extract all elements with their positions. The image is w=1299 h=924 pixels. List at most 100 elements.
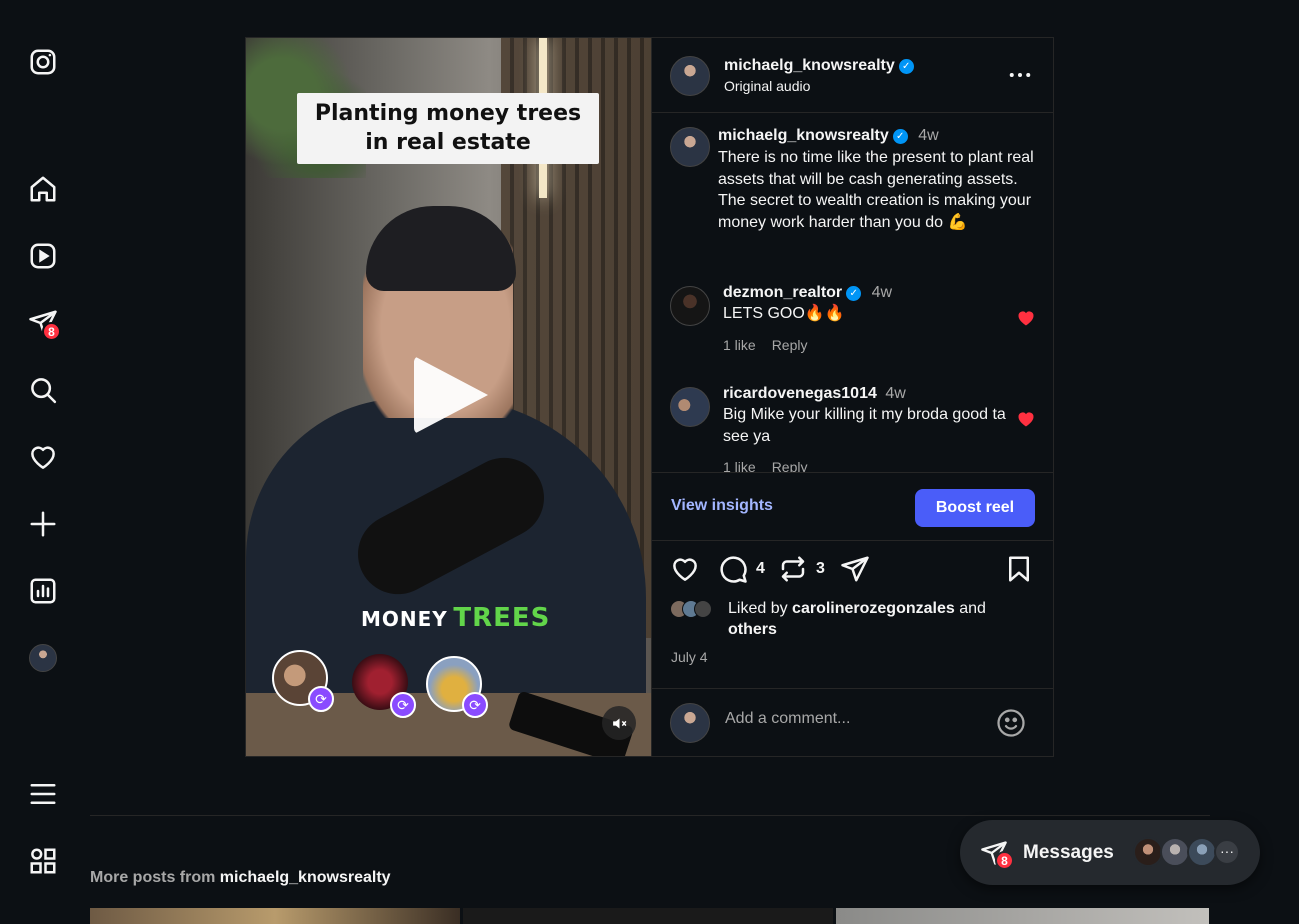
liked-by: Liked by carolinerozegonzales and others	[670, 598, 1036, 640]
caption-avatar[interactable]	[670, 127, 710, 167]
post-details-panel: michaelg_knowsrealty ✓ Original audio mic…	[651, 38, 1054, 756]
more-posts-heading: More posts from michaelg_knowsrealty	[90, 869, 391, 887]
repost-icon: ⟳	[462, 692, 488, 718]
author-username[interactable]: michaelg_knowsrealty	[724, 57, 895, 74]
repost-count: 3	[816, 560, 825, 577]
more-post-thumbnail[interactable]	[90, 908, 460, 924]
post-header: michaelg_knowsrealty ✓ Original audio	[652, 38, 1053, 113]
bookmark-icon	[1009, 556, 1029, 582]
section-divider	[90, 815, 1210, 816]
boost-reel-button[interactable]: Boost reel	[915, 489, 1035, 527]
insights-bar: View insights Boost reel	[652, 472, 1054, 541]
comment-reply[interactable]: Reply	[772, 459, 808, 472]
message-contact-avatar	[1160, 837, 1190, 867]
video-caption-trees: TREES	[453, 603, 551, 633]
more-posts-prefix: More posts from	[90, 869, 220, 886]
messages-badge: 8	[42, 322, 61, 341]
add-comment-input[interactable]	[725, 710, 965, 728]
messages-badge: 8	[995, 851, 1014, 870]
caption-body: michaelg_knowsrealty ✓ 4w There is no tim…	[718, 127, 1034, 233]
heart-icon[interactable]	[27, 441, 59, 473]
emoji-icon[interactable]	[996, 708, 1026, 738]
comment-button[interactable]: 4	[718, 554, 765, 584]
sidebar: 8	[0, 0, 86, 924]
caption-username[interactable]: michaelg_knowsrealty	[718, 127, 889, 144]
save-button[interactable]	[1004, 554, 1034, 584]
comment-avatar[interactable]	[670, 387, 710, 427]
video-caption-money: MONEY	[361, 607, 448, 631]
share-button[interactable]	[840, 554, 870, 584]
heart-icon	[673, 558, 697, 581]
liked-heart-icon[interactable]	[1016, 308, 1036, 328]
liked-by-prefix: Liked by	[728, 600, 793, 617]
liked-heart-icon[interactable]	[1016, 409, 1036, 429]
repost-icon: ⟳	[308, 686, 334, 712]
message-contact-avatar	[1187, 837, 1217, 867]
play-icon[interactable]	[414, 356, 488, 434]
more-post-thumbnail[interactable]	[836, 908, 1209, 924]
comment-text: Big Mike your killing it my broda good t…	[723, 406, 1006, 445]
more-contacts-icon: ···	[1214, 839, 1240, 865]
liked-by-others[interactable]: others	[728, 621, 777, 638]
home-icon[interactable]	[27, 173, 59, 205]
comment-body: dezmon_realtor ✓ 4w LETS GOO🔥🔥 1 like Repl…	[723, 284, 1013, 353]
post-modal: Planting money trees in real estate MONE…	[245, 37, 1054, 757]
profile-avatar[interactable]	[27, 642, 59, 674]
add-comment-bar	[652, 688, 1054, 756]
repost-icon: ⟳	[390, 692, 416, 718]
collab-avatar[interactable]: ⟳	[426, 656, 488, 718]
messages-icon[interactable]: 8	[27, 307, 61, 341]
comment-item: ricardovenegas1014 4w Big Mike your kill…	[670, 385, 1036, 472]
liked-by-text: Liked by carolinerozegonzales and others	[728, 598, 1036, 640]
instagram-logo-icon[interactable]	[27, 46, 59, 78]
messages-label: Messages	[1023, 842, 1114, 863]
liked-by-and: and	[954, 600, 986, 617]
caption-text: There is no time like the present to pla…	[718, 149, 1034, 231]
author-avatar[interactable]	[670, 56, 710, 96]
post-date[interactable]: July 4	[671, 649, 708, 665]
liker-avatar	[694, 600, 712, 618]
collab-avatar[interactable]: ⟳	[272, 650, 334, 712]
audio-label[interactable]: Original audio	[724, 78, 914, 94]
comments-list[interactable]: michaelg_knowsrealty ✓ 4w There is no tim…	[652, 114, 1054, 472]
reel-video[interactable]: Planting money trees in real estate MONE…	[246, 38, 651, 756]
more-posts-username[interactable]: michaelg_knowsrealty	[220, 869, 391, 886]
comment-time: 4w	[871, 284, 893, 301]
comment-reply[interactable]: Reply	[772, 337, 808, 353]
comment-time: 4w	[885, 385, 906, 402]
messages-pill[interactable]: 8 Messages ···	[960, 820, 1260, 885]
collab-avatar[interactable]: ⟳	[352, 654, 416, 718]
comment-text: LETS GOO🔥🔥	[723, 305, 845, 322]
mute-icon[interactable]	[602, 706, 636, 740]
current-user-avatar	[670, 703, 710, 743]
share-icon	[841, 556, 869, 582]
repost-icon	[781, 556, 805, 582]
search-icon[interactable]	[27, 374, 59, 406]
verified-icon: ✓	[846, 286, 862, 301]
comment-likes[interactable]: 1 like	[723, 337, 756, 353]
create-icon[interactable]	[27, 508, 59, 540]
comment-item: dezmon_realtor ✓ 4w LETS GOO🔥🔥 1 like Repl…	[670, 284, 1036, 374]
liked-by-user[interactable]: carolinerozegonzales	[792, 600, 955, 617]
more-post-thumbnail[interactable]	[463, 908, 833, 924]
comment-avatar[interactable]	[670, 286, 710, 326]
reels-icon[interactable]	[27, 240, 59, 272]
comment-username[interactable]: dezmon_realtor	[723, 284, 842, 301]
menu-icon[interactable]	[27, 778, 59, 810]
message-contact-avatar	[1133, 837, 1163, 867]
author-info: michaelg_knowsrealty ✓ Original audio	[724, 57, 914, 94]
comment-icon	[720, 556, 747, 583]
comment-meta: 1 like Reply	[723, 459, 1013, 472]
dashboard-icon[interactable]	[27, 575, 59, 607]
like-button[interactable]	[670, 554, 700, 584]
comment-username[interactable]: ricardovenegas1014	[723, 385, 877, 402]
apps-grid-icon[interactable]	[27, 845, 59, 877]
video-title-card: Planting money trees in real estate	[297, 93, 599, 164]
post-actions: 4 3	[670, 554, 1036, 588]
repost-button[interactable]: 3	[778, 554, 825, 584]
comment-body: ricardovenegas1014 4w Big Mike your kill…	[723, 385, 1013, 472]
view-insights-link[interactable]: View insights	[671, 497, 773, 515]
caption-time: 4w	[918, 127, 939, 144]
more-options-icon[interactable]	[1009, 66, 1031, 86]
comment-likes[interactable]: 1 like	[723, 459, 756, 472]
